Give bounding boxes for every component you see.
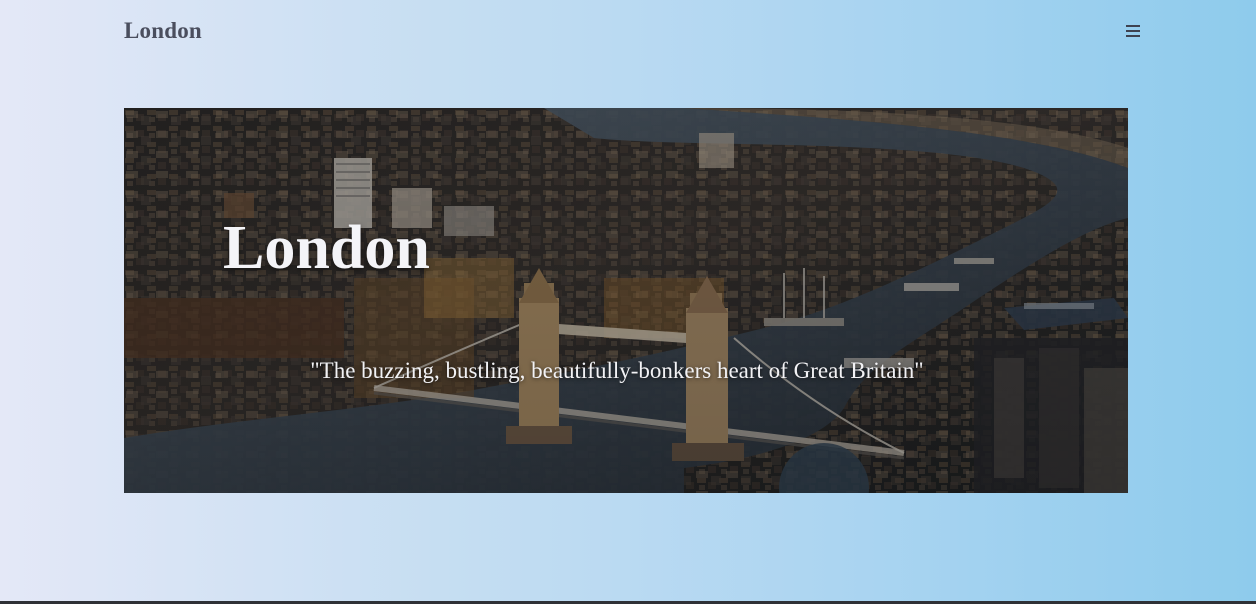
hero-banner: London "The buzzing, bustling, beautiful… [124,108,1128,493]
hamburger-menu-icon[interactable] [1124,22,1142,40]
hero-title: London [223,214,430,282]
hero-tagline: "The buzzing, bustling, beautifully-bonk… [310,358,924,383]
menu-bar [1126,25,1140,27]
menu-bar [1126,35,1140,37]
hero-city-photo [124,108,1128,493]
brand-logo-link[interactable]: London [124,18,202,44]
site-header: London [124,14,1144,48]
menu-bar [1126,30,1140,32]
